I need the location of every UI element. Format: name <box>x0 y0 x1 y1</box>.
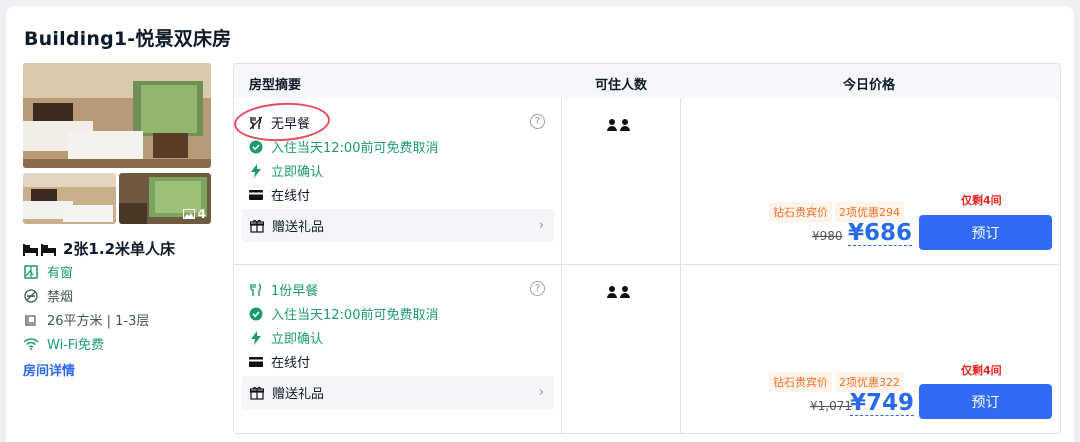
meal-info: 1份早餐 <box>249 280 318 299</box>
meal-info: 无早餐 <box>249 113 310 132</box>
area-icon <box>23 312 39 328</box>
instant-confirm: 立即确认 <box>249 161 323 180</box>
header-price: 今日价格 <box>843 78 896 93</box>
room-details-link[interactable]: 房间详情 <box>23 360 75 379</box>
gift-icon <box>250 219 264 233</box>
occupancy-icons <box>607 119 630 131</box>
confirm-label: 立即确认 <box>271 332 324 347</box>
chevron-right-icon: › <box>538 385 544 400</box>
cancel-policy: 入住当天12:00前可免费取消 <box>249 304 438 323</box>
meal-label: 1份早餐 <box>271 284 319 299</box>
person-icon <box>607 286 617 298</box>
room-photo-main[interactable] <box>23 63 211 168</box>
image-icon <box>182 209 195 219</box>
price-tags: 钻石贵宾价 2项优惠322 <box>769 372 904 392</box>
fork-knife-icon <box>250 283 262 296</box>
cancel-label: 入住当天12:00前可免费取消 <box>271 308 439 323</box>
room-title: Building1-悦景双床房 <box>24 28 232 50</box>
person-icon <box>620 119 630 131</box>
person-icon <box>620 286 630 298</box>
pay-label: 在线付 <box>271 189 311 204</box>
original-price: ¥1,071 <box>810 399 852 413</box>
feature-label: 有窗 <box>47 266 74 281</box>
cancel-label: 入住当天12:00前可免费取消 <box>271 141 439 156</box>
feature-wifi: Wi-Fi免费 <box>23 334 104 353</box>
pay-label: 在线付 <box>271 356 311 371</box>
gift-row[interactable]: 赠送礼品 › <box>242 209 554 242</box>
help-icon[interactable]: ? <box>530 281 545 296</box>
member-price-tag: 钻石贵宾价 <box>769 202 832 222</box>
rate-table: 房型摘要 可住人数 今日价格 无早餐 ? 入住当天12:00前可免费取消 立即确… <box>233 63 1061 434</box>
room-card: Building1-悦景双床房 4 2张1.2米单人床 有窗 禁烟 26平方米 … <box>6 6 1074 442</box>
help-icon[interactable]: ? <box>530 114 545 129</box>
room-photo-thumb[interactable] <box>23 173 116 224</box>
bed-label: 2张1.2米单人床 <box>63 240 176 258</box>
feature-area: 26平方米 | 1-3层 <box>23 310 149 329</box>
book-button[interactable]: 预订 <box>919 384 1052 419</box>
current-price[interactable]: ¥686 <box>848 221 913 246</box>
payment-method: 在线付 <box>249 185 310 204</box>
no-smoking-icon <box>23 288 39 304</box>
feature-label: 26平方米 | 1-3层 <box>47 314 150 329</box>
occupancy-icons <box>607 286 630 298</box>
discount-tag[interactable]: 2项优惠322 <box>835 372 904 392</box>
photo-count-badge: 4 <box>182 207 206 221</box>
remaining-rooms: 仅剩4间 <box>961 364 1002 377</box>
check-circle-icon <box>249 140 263 153</box>
lightning-icon <box>251 330 261 345</box>
bed-info: 2张1.2米单人床 <box>23 238 175 259</box>
person-icon <box>607 119 617 131</box>
remaining-rooms: 仅剩4间 <box>961 194 1002 207</box>
current-price[interactable]: ¥749 <box>850 391 915 416</box>
table-header: 房型摘要 可住人数 今日价格 <box>234 64 1060 98</box>
instant-confirm: 立即确认 <box>249 328 323 347</box>
lightning-icon <box>251 163 261 178</box>
gift-label: 赠送礼品 <box>272 220 325 235</box>
table-row: 1份早餐 ? 入住当天12:00前可免费取消 立即确认 在线付 赠送礼品 › 仅… <box>234 265 1060 433</box>
chevron-right-icon: › <box>538 218 544 233</box>
feature-window: 有窗 <box>23 262 73 281</box>
check-circle-icon <box>249 307 263 320</box>
gift-label: 赠送礼品 <box>272 387 325 402</box>
photo-count: 4 <box>197 207 206 221</box>
price-tags: 钻石贵宾价 2项优惠294 <box>769 202 904 222</box>
feature-label: 禁烟 <box>47 290 74 305</box>
window-icon <box>23 264 39 280</box>
twin-bed-icon <box>23 243 56 256</box>
gift-icon <box>250 386 264 400</box>
cancel-policy: 入住当天12:00前可免费取消 <box>249 137 438 156</box>
card-icon <box>249 356 263 367</box>
payment-method: 在线付 <box>249 352 310 371</box>
fork-knife-icon <box>249 116 263 129</box>
member-price-tag: 钻石贵宾价 <box>769 372 832 392</box>
header-summary: 房型摘要 <box>249 78 302 93</box>
wifi-icon <box>23 336 39 352</box>
discount-tag[interactable]: 2项优惠294 <box>835 202 904 222</box>
original-price: ¥980 <box>812 229 843 243</box>
room-photo-thumb[interactable]: 4 <box>119 173 211 224</box>
gift-row[interactable]: 赠送礼品 › <box>242 376 554 409</box>
feature-nosmoking: 禁烟 <box>23 286 73 305</box>
confirm-label: 立即确认 <box>271 165 324 180</box>
book-button[interactable]: 预订 <box>919 215 1052 250</box>
feature-label: Wi-Fi免费 <box>47 338 105 353</box>
meal-label: 无早餐 <box>271 117 311 132</box>
table-row: 无早餐 ? 入住当天12:00前可免费取消 立即确认 在线付 赠送礼品 › 仅剩… <box>234 98 1060 264</box>
card-icon <box>249 189 263 200</box>
header-occupancy: 可住人数 <box>595 78 648 93</box>
